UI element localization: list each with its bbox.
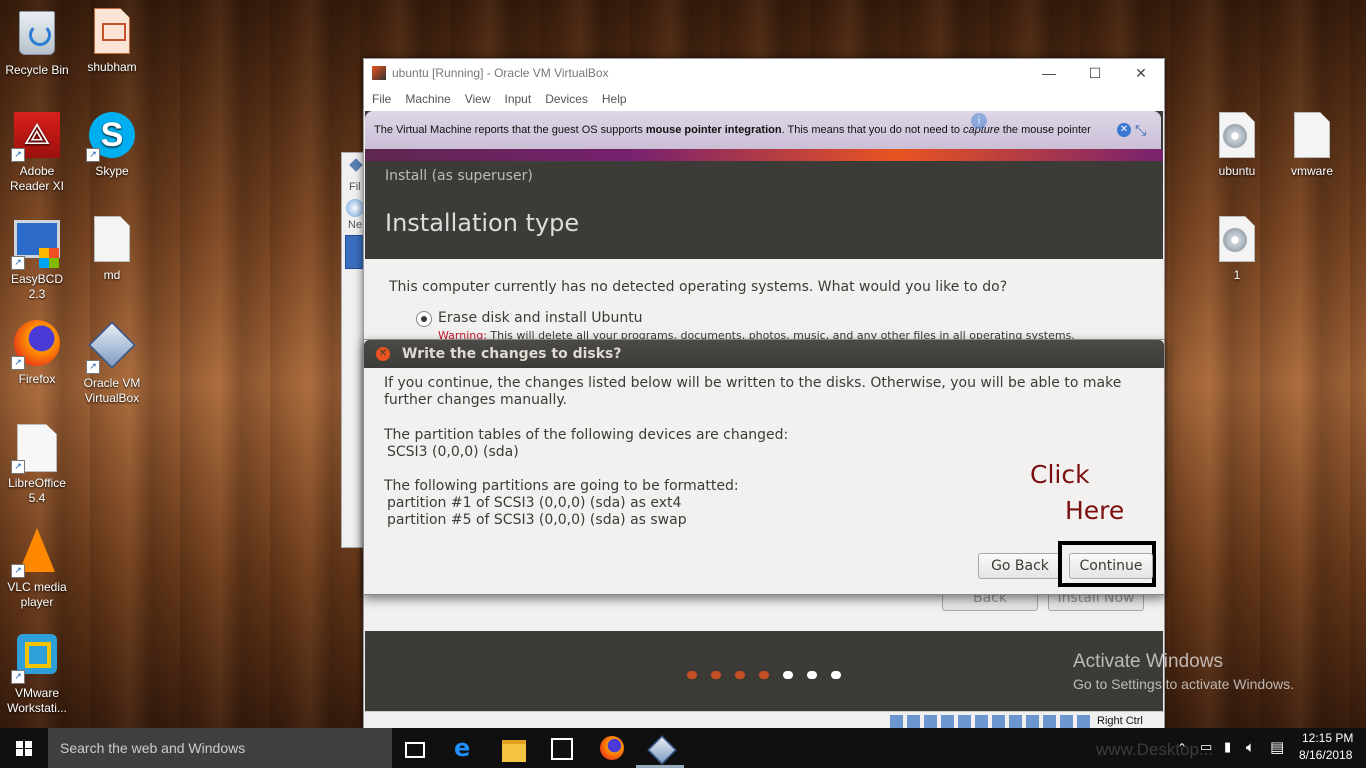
desktop-icon-virtualbox[interactable]: ↗ Oracle VM VirtualBox xyxy=(77,320,147,406)
progress-dot-1 xyxy=(687,671,697,679)
installer-titlebar: Install (as superuser) xyxy=(365,161,1163,191)
menu-bar: File Machine View Input Devices Help xyxy=(364,87,1164,111)
annotation-here: Here xyxy=(1065,496,1125,525)
activate-windows-title: Activate Windows xyxy=(1073,651,1223,672)
continue-button[interactable]: Continue xyxy=(1069,553,1153,579)
virtualbox-taskbar-icon[interactable] xyxy=(647,735,677,765)
site-watermark: www.Desktop... xyxy=(1096,740,1214,759)
close-button[interactable]: ✕ xyxy=(1118,65,1164,82)
desktop-icon-vlc[interactable]: ↗ VLC media player xyxy=(2,528,72,610)
taskbar: Search the web and Windows e www.Desktop… xyxy=(0,728,1366,768)
store-icon[interactable] xyxy=(551,738,573,760)
menu-machine[interactable]: Machine xyxy=(405,92,450,106)
go-back-button[interactable]: Go Back xyxy=(978,553,1062,579)
erase-disk-label[interactable]: Erase disk and install Ubuntu xyxy=(438,310,643,326)
ubuntu-vm-icon xyxy=(372,66,386,80)
clock-date[interactable]: 8/16/2018 xyxy=(1299,748,1352,762)
adobe-reader-icon: ⟁ ↗ xyxy=(11,112,61,162)
device-status-icons[interactable] xyxy=(890,715,1090,728)
notifications-icon[interactable]: ▤ xyxy=(1270,738,1284,756)
disc-image-icon xyxy=(1213,216,1261,264)
desktop-icon-recycle-bin[interactable]: Recycle Bin xyxy=(2,8,72,78)
progress-dot-3 xyxy=(735,671,745,679)
edge-icon[interactable]: e xyxy=(454,736,478,760)
host-key-label: Right Ctrl xyxy=(1097,715,1143,727)
dialog-close-icon[interactable]: ✕ xyxy=(376,347,390,361)
tray-chevron-icon[interactable]: ⌃ xyxy=(1177,741,1187,755)
desktop-icon-1[interactable]: 1 xyxy=(1202,216,1272,283)
virtualbox-icon: ↗ xyxy=(86,321,136,374)
partition-item: partition #5 of SCSI3 (0,0,0) (sda) as s… xyxy=(387,512,687,528)
disc-image-icon xyxy=(1213,112,1261,160)
mouse-integration-notification: The Virtual Machine reports that the gue… xyxy=(365,111,1161,149)
window-titlebar[interactable]: ubuntu [Running] - Oracle VM VirtualBox … xyxy=(364,59,1164,87)
desktop-icon-skype[interactable]: S ↗ Skype xyxy=(77,112,147,179)
partition-tables-heading: The partition tables of the following de… xyxy=(384,427,789,443)
activate-windows-subtitle: Go to Settings to activate Windows. xyxy=(1073,676,1294,692)
desktop-icon-adobe-reader[interactable]: ⟁ ↗ Adobe Reader XI xyxy=(2,112,72,194)
search-input[interactable]: Search the web and Windows xyxy=(60,740,245,756)
file-explorer-icon[interactable] xyxy=(502,740,526,762)
network-icon[interactable]: ▭ xyxy=(1200,740,1212,755)
vmware-icon: ↗ xyxy=(11,634,61,684)
ubuntu-top-strip xyxy=(365,149,1163,161)
task-view-icon[interactable] xyxy=(405,742,425,758)
annotation-click: Click xyxy=(1030,460,1090,489)
text-file-icon xyxy=(1288,112,1336,160)
mouse-integration-off-icon[interactable]: ⤡ xyxy=(1135,122,1146,139)
search-box[interactable]: Search the web and Windows xyxy=(48,728,392,768)
menu-file[interactable]: File xyxy=(372,92,391,106)
progress-dot-2 xyxy=(711,671,721,679)
menu-view[interactable]: View xyxy=(465,92,491,106)
skype-icon: S ↗ xyxy=(86,112,136,162)
clock-time[interactable]: 12:15 PM xyxy=(1302,731,1353,745)
start-button[interactable] xyxy=(0,728,48,768)
vlc-icon: ↗ xyxy=(11,528,61,578)
firefox-icon: ↗ xyxy=(11,320,61,370)
progress-dot-6 xyxy=(807,671,817,679)
dialog-title: Write the changes to disks? xyxy=(402,346,622,362)
desktop-icon-libreoffice[interactable]: ↗ LibreOffice 5.4 xyxy=(2,424,72,506)
partition-tables-device: SCSI3 (0,0,0) (sda) xyxy=(387,444,519,460)
progress-dot-7 xyxy=(831,671,841,679)
installer-question: This computer currently has no detected … xyxy=(389,279,1008,295)
desktop-icon-vmware-file[interactable]: vmware xyxy=(1277,112,1347,179)
desktop-icon-md[interactable]: md xyxy=(77,216,147,283)
desktop-icon-firefox[interactable]: ↗ Firefox xyxy=(2,320,72,387)
presentation-file-icon xyxy=(88,8,136,56)
erase-disk-radio[interactable] xyxy=(416,311,432,327)
vm-list-item[interactable] xyxy=(345,235,365,269)
partition-item: partition #1 of SCSI3 (0,0,0) (sda) as e… xyxy=(387,495,682,511)
dialog-titlebar[interactable]: ✕ Write the changes to disks? xyxy=(364,340,1164,368)
new-vm-icon xyxy=(346,199,364,217)
battery-icon[interactable]: ▮ xyxy=(1224,740,1231,755)
easybcd-icon: ↗ xyxy=(11,220,61,270)
page-title: Installation type xyxy=(385,209,580,237)
windows-logo-icon xyxy=(16,741,32,756)
installer-footer xyxy=(365,631,1163,711)
installer-header: Installation type xyxy=(365,191,1163,259)
libreoffice-icon: ↗ xyxy=(11,424,61,474)
window-title: ubuntu [Running] - Oracle VM VirtualBox xyxy=(392,66,609,80)
virtualbox-small-icon xyxy=(349,158,363,172)
notification-close-icon[interactable]: ✕ xyxy=(1117,123,1131,137)
recycle-bin-icon xyxy=(13,11,61,59)
desktop-icon-ubuntu-iso[interactable]: ubuntu xyxy=(1202,112,1272,179)
volume-icon[interactable]: 🔈︎ xyxy=(1246,738,1255,756)
desktop-icon-easybcd[interactable]: ↗ EasyBCD 2.3 xyxy=(2,216,72,302)
text-file-icon xyxy=(88,216,136,264)
info-icon: i xyxy=(971,113,987,129)
maximize-button[interactable]: ☐ xyxy=(1072,65,1118,82)
menu-input[interactable]: Input xyxy=(505,92,532,106)
desktop-icon-shubham[interactable]: shubham xyxy=(77,8,147,75)
menu-devices[interactable]: Devices xyxy=(545,92,588,106)
progress-dot-4 xyxy=(759,671,769,679)
progress-dot-5 xyxy=(783,671,793,679)
desktop-icon-vmware[interactable]: ↗ VMware Workstati... xyxy=(2,632,72,716)
dialog-intro: If you continue, the changes listed belo… xyxy=(384,375,1122,408)
firefox-taskbar-icon[interactable] xyxy=(600,736,624,760)
menu-help[interactable]: Help xyxy=(602,92,627,106)
format-heading: The following partitions are going to be… xyxy=(384,478,739,494)
minimize-button[interactable]: — xyxy=(1026,65,1072,81)
